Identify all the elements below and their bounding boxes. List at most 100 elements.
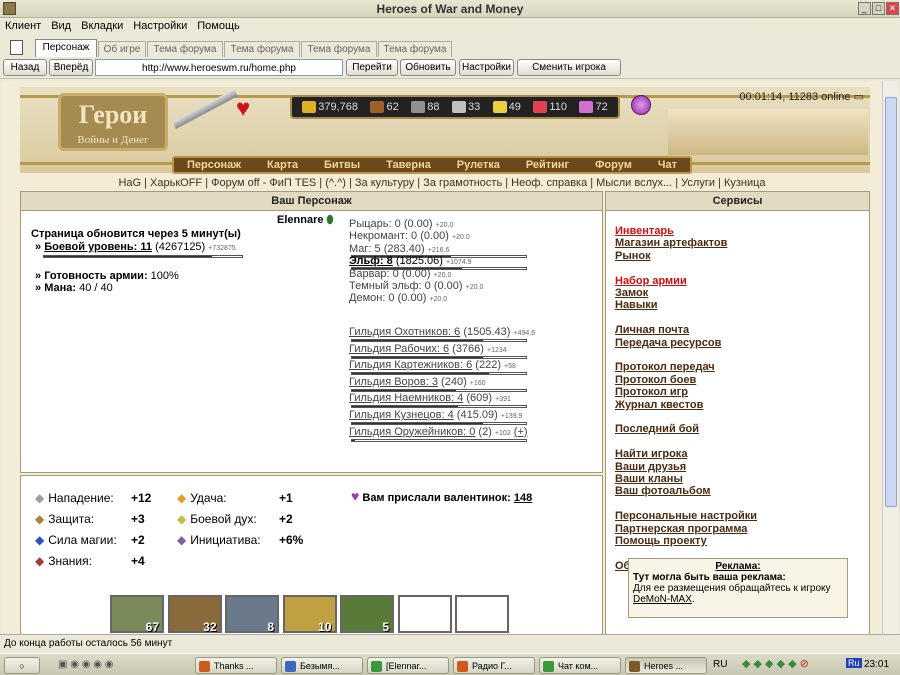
menu-help[interactable]: Помощь <box>192 18 245 32</box>
switch-player-button[interactable]: Сменить игрока <box>517 59 621 76</box>
tray-language[interactable]: Ru <box>846 658 862 668</box>
tab-forum-3[interactable]: Тема форума <box>301 41 377 57</box>
service-link[interactable]: Навыки <box>615 299 757 311</box>
taskbar-item[interactable]: Thanks ... <box>195 657 277 674</box>
guild-label[interactable]: Гильдия Охотников: 6 <box>349 326 460 338</box>
refresh-button[interactable]: Обновить <box>400 59 456 76</box>
tab-character[interactable]: Персонаж <box>35 39 97 57</box>
stat-row: ◆ Защита: <box>35 512 94 526</box>
guild-label[interactable]: Гильдия Воров: 3 <box>349 376 438 388</box>
language-indicator[interactable]: RU <box>713 659 727 670</box>
guild-plus: +58 <box>504 363 516 371</box>
guild-label[interactable]: Гильдия Рабочих: 6 <box>349 343 449 355</box>
service-link[interactable]: Ваш фотоальбом <box>615 485 757 497</box>
menu-view[interactable]: Вид <box>46 18 76 32</box>
faction-label[interactable]: Эльф: 8 <box>349 255 393 267</box>
valentines-count[interactable]: 148 <box>514 492 532 504</box>
guild-label[interactable]: Гильдия Картежников: 6 <box>349 359 472 371</box>
page-scrollbar[interactable] <box>882 81 898 634</box>
guild-value: (415.09) <box>456 409 498 421</box>
army-unit-portrait[interactable]: 8 <box>225 595 279 634</box>
minimize-icon[interactable]: _ <box>858 2 871 15</box>
menu-client[interactable]: Клиент <box>0 18 46 32</box>
taskbar-item[interactable]: [Elennar... <box>367 657 449 674</box>
main-menu-item-3[interactable]: Таверна <box>386 159 431 171</box>
guild-plus: +139.9 <box>500 413 523 420</box>
service-link[interactable]: Инвентарь <box>615 225 757 237</box>
main-menu-item-2[interactable]: Битвы <box>324 159 360 171</box>
stat-value: +6% <box>279 533 304 547</box>
faction-row: Темный эльф: 0 (0.00) +20.0 <box>349 280 483 292</box>
menu-settings[interactable]: Настройки <box>128 18 192 32</box>
main-menu-item-0[interactable]: Персонаж <box>187 159 241 171</box>
combat-level-link[interactable]: Боевой уровень: 11 <box>44 241 152 253</box>
url-input[interactable] <box>95 59 343 76</box>
faction-row: Рыцарь: 0 (0.00) +20.0 <box>349 218 453 230</box>
service-link[interactable]: Помощь проекту <box>615 535 757 547</box>
close-icon[interactable]: ✕ <box>886 2 899 15</box>
gems-icon <box>579 101 594 113</box>
army-unit-portrait[interactable]: 67 <box>110 595 164 634</box>
character-name[interactable]: Elennare ⬮ <box>277 214 333 227</box>
guild-label[interactable]: Гильдия Кузнецов: 4 <box>349 409 454 421</box>
service-link[interactable]: Протокол передач <box>615 361 757 373</box>
service-link[interactable]: Личная почта <box>615 324 757 336</box>
main-menu-item-7[interactable]: Чат <box>658 159 677 171</box>
army-unit-portrait[interactable]: 32 <box>167 595 222 634</box>
taskbar-item[interactable]: Безымя... <box>281 657 363 674</box>
service-link[interactable]: Персональные настройки <box>615 510 757 522</box>
guild-label[interactable]: Гильдия Наемников: 4 <box>349 392 463 404</box>
service-link[interactable]: Ваши кланы <box>615 473 757 485</box>
service-link[interactable]: Передача ресурсов <box>615 337 757 349</box>
sub-links[interactable]: HaG | ХарькOFF | Форум off - ФиП TES | (… <box>2 177 882 189</box>
menu-bar: Клиент Вид Вкладки Настройки Помощь <box>0 18 900 36</box>
main-menu-item-4[interactable]: Рулетка <box>457 159 500 171</box>
army-empty-slot[interactable] <box>455 595 509 633</box>
service-link[interactable]: Найти игрока <box>615 448 757 460</box>
faction-row: Варвар: 0 (0.00) +20.0 <box>349 268 451 280</box>
guild-bar-fill <box>352 389 457 391</box>
service-link[interactable]: Последний бой <box>615 423 757 435</box>
service-link[interactable]: Протокол боев <box>615 374 757 386</box>
tray-icons[interactable]: ◆ ◆ ◆ ◆ ◆ ⊘ <box>742 657 809 670</box>
tab-forum-1[interactable]: Тема форума <box>147 41 223 57</box>
resource-value: 88 <box>427 101 440 113</box>
forward-button[interactable]: Вперёд <box>49 59 93 76</box>
service-link[interactable]: Рынок <box>615 250 757 262</box>
main-menu-item-5[interactable]: Рейтинг <box>526 159 569 171</box>
service-link[interactable]: Журнал квестов <box>615 399 757 411</box>
service-link[interactable]: Протокол игр <box>615 386 757 398</box>
main-menu-item-1[interactable]: Карта <box>267 159 298 171</box>
quicklaunch-icons[interactable]: ▣ ◉ ◉ ◉ ◉ <box>58 659 113 670</box>
settings-button[interactable]: Настройки <box>459 59 514 76</box>
tab-forum-2[interactable]: Тема форума <box>224 41 300 57</box>
army-unit-portrait[interactable]: 5 <box>340 595 394 634</box>
service-link[interactable]: Ваши друзья <box>615 461 757 473</box>
service-spacer <box>615 498 757 510</box>
game-logo[interactable]: Герои Войны и Денег <box>58 93 168 151</box>
taskbar-item[interactable]: Радио Г... <box>453 657 535 674</box>
faction-row: Некромант: 0 (0.00) +20.0 <box>349 230 470 242</box>
scrollbar-thumb[interactable] <box>885 97 897 507</box>
service-link[interactable]: Замок <box>615 287 757 299</box>
maximize-icon[interactable]: □ <box>872 2 885 15</box>
army-empty-slot[interactable] <box>397 595 452 633</box>
go-button[interactable]: Перейти <box>346 59 398 76</box>
guild-label[interactable]: Гильдия Оружейников: 0 <box>349 426 475 438</box>
taskbar-item[interactable]: Чат ком... <box>539 657 621 674</box>
menu-tabs[interactable]: Вкладки <box>76 18 128 32</box>
taskbar-item-label: [Elennar... <box>386 661 427 671</box>
start-button[interactable]: ○ <box>4 657 40 674</box>
service-link[interactable]: Набор армии <box>615 275 757 287</box>
ad-player-link[interactable]: DeMoN-MAX <box>633 594 692 605</box>
taskbar-item[interactable]: Heroes ... <box>625 657 707 674</box>
army-unit-portrait[interactable]: 10 <box>282 595 337 634</box>
main-menu-item-6[interactable]: Форум <box>595 159 632 171</box>
service-link[interactable]: Партнерская программа <box>615 523 757 535</box>
back-button[interactable]: Назад <box>3 59 47 76</box>
tab-about[interactable]: Об игре <box>98 41 146 57</box>
guild-add-link[interactable]: (+) <box>514 426 528 438</box>
new-tab-icon[interactable] <box>10 40 23 55</box>
tab-forum-4[interactable]: Тема форума <box>378 41 452 57</box>
service-link[interactable]: Магазин артефактов <box>615 237 757 249</box>
